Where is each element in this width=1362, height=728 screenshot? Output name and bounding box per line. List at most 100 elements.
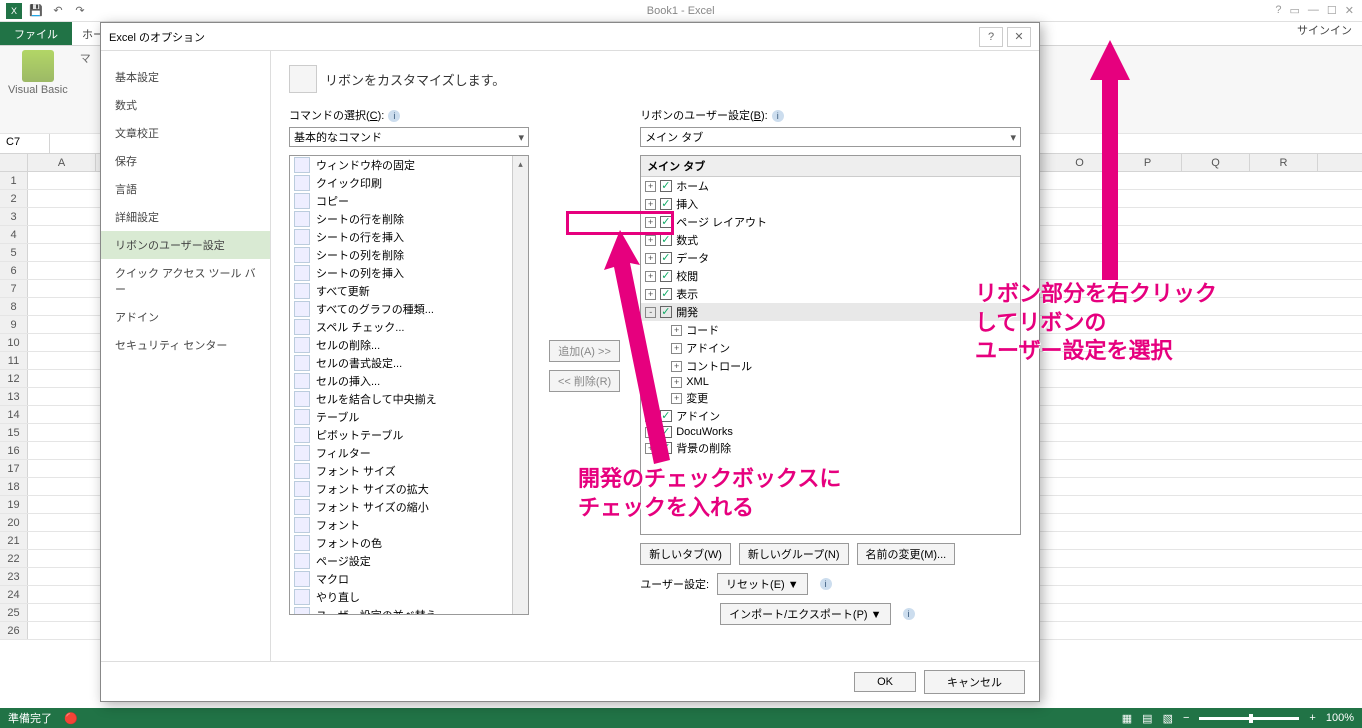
col-header[interactable]: R bbox=[1250, 154, 1318, 171]
tree-expander[interactable]: - bbox=[645, 307, 656, 318]
tree-checkbox[interactable] bbox=[660, 288, 672, 300]
redo-icon[interactable]: ↷ bbox=[72, 3, 88, 19]
nav-item[interactable]: リボンのユーザー設定 bbox=[101, 231, 270, 259]
tree-subitem[interactable]: +XML bbox=[641, 375, 1020, 389]
row-header[interactable]: 15 bbox=[0, 424, 28, 441]
row-header[interactable]: 22 bbox=[0, 550, 28, 567]
rename-button[interactable]: 名前の変更(M)... bbox=[857, 543, 956, 565]
tree-checkbox[interactable] bbox=[660, 306, 672, 318]
zoom-level[interactable]: 100% bbox=[1326, 712, 1354, 724]
command-item[interactable]: フォント bbox=[290, 516, 528, 534]
command-item[interactable]: コピー bbox=[290, 192, 528, 210]
tree-expander[interactable]: + bbox=[645, 253, 656, 264]
reset-button[interactable]: リセット(E) ▼ bbox=[717, 573, 808, 595]
row-header[interactable]: 16 bbox=[0, 442, 28, 459]
tree-subitem[interactable]: +アドイン bbox=[641, 339, 1020, 357]
command-item[interactable]: フィルター bbox=[290, 444, 528, 462]
command-item[interactable]: ピボットテーブル bbox=[290, 426, 528, 444]
row-header[interactable]: 10 bbox=[0, 334, 28, 351]
minimize-icon[interactable]: — bbox=[1308, 4, 1319, 17]
tree-expander[interactable]: + bbox=[645, 289, 656, 300]
nav-item[interactable]: 言語 bbox=[101, 175, 270, 203]
tree-expander[interactable]: + bbox=[671, 361, 682, 372]
tree-checkbox[interactable] bbox=[660, 198, 672, 210]
row-header[interactable]: 20 bbox=[0, 514, 28, 531]
choose-commands-combo[interactable]: 基本的なコマンド bbox=[289, 127, 529, 147]
command-item[interactable]: シートの列を削除 bbox=[290, 246, 528, 264]
command-item[interactable]: ウィンドウ枠の固定 bbox=[290, 156, 528, 174]
command-item[interactable]: やり直し bbox=[290, 588, 528, 606]
row-header[interactable]: 1 bbox=[0, 172, 28, 189]
help-icon[interactable]: ? bbox=[1275, 4, 1281, 17]
info-icon[interactable]: i bbox=[772, 110, 784, 122]
tree-expander[interactable]: + bbox=[645, 411, 656, 422]
row-header[interactable]: 21 bbox=[0, 532, 28, 549]
tree-subitem[interactable]: +コード bbox=[641, 321, 1020, 339]
tree-item[interactable]: +挿入 bbox=[641, 195, 1020, 213]
tree-expander[interactable]: + bbox=[645, 181, 656, 192]
row-header[interactable]: 4 bbox=[0, 226, 28, 243]
ok-button[interactable]: OK bbox=[854, 672, 916, 692]
nav-item[interactable]: セキュリティ センター bbox=[101, 331, 270, 359]
signin-link[interactable]: サインイン bbox=[1287, 22, 1362, 45]
tree-expander[interactable]: + bbox=[671, 393, 682, 404]
command-item[interactable]: セルを結合して中央揃え bbox=[290, 390, 528, 408]
command-item[interactable]: セルの書式設定... bbox=[290, 354, 528, 372]
row-header[interactable]: 2 bbox=[0, 190, 28, 207]
add-button[interactable]: 追加(A) >> bbox=[549, 340, 620, 362]
command-item[interactable]: シートの行を削除 bbox=[290, 210, 528, 228]
nav-item[interactable]: 保存 bbox=[101, 147, 270, 175]
tree-expander[interactable]: + bbox=[645, 271, 656, 282]
view-normal-icon[interactable]: ▦ bbox=[1122, 712, 1132, 725]
zoom-out-icon[interactable]: − bbox=[1183, 712, 1189, 724]
col-header[interactable]: O bbox=[1046, 154, 1114, 171]
save-icon[interactable]: 💾 bbox=[28, 3, 44, 19]
command-item[interactable]: シートの列を挿入 bbox=[290, 264, 528, 282]
info-icon[interactable]: i bbox=[388, 110, 400, 122]
col-header[interactable]: A bbox=[28, 154, 96, 171]
tree-expander[interactable]: + bbox=[671, 325, 682, 336]
row-header[interactable]: 8 bbox=[0, 298, 28, 315]
tree-item[interactable]: +数式 bbox=[641, 231, 1020, 249]
tree-checkbox[interactable] bbox=[660, 180, 672, 192]
nav-item[interactable]: 数式 bbox=[101, 91, 270, 119]
close-icon[interactable]: ✕ bbox=[1345, 4, 1354, 17]
tree-item[interactable]: +ページ レイアウト bbox=[641, 213, 1020, 231]
record-macro-icon[interactable]: 🔴 bbox=[64, 712, 78, 725]
row-header[interactable]: 3 bbox=[0, 208, 28, 225]
tree-subitem[interactable]: +コントロール bbox=[641, 357, 1020, 375]
select-all-corner[interactable] bbox=[0, 154, 28, 171]
command-item[interactable]: フォント サイズの拡大 bbox=[290, 480, 528, 498]
row-header[interactable]: 6 bbox=[0, 262, 28, 279]
command-item[interactable]: セルの削除... bbox=[290, 336, 528, 354]
command-item[interactable]: クイック印刷 bbox=[290, 174, 528, 192]
cancel-button[interactable]: キャンセル bbox=[924, 670, 1025, 694]
command-item[interactable]: すべてのグラフの種類... bbox=[290, 300, 528, 318]
commands-listbox[interactable]: ▴ ウィンドウ枠の固定クイック印刷コピーシートの行を削除シートの行を挿入シートの… bbox=[289, 155, 529, 615]
tree-checkbox[interactable] bbox=[660, 426, 672, 438]
dialog-help-button[interactable]: ? bbox=[979, 27, 1003, 47]
tree-checkbox[interactable] bbox=[660, 442, 672, 454]
row-header[interactable]: 5 bbox=[0, 244, 28, 261]
tree-item[interactable]: +ホーム bbox=[641, 177, 1020, 195]
view-pagebreak-icon[interactable]: ▧ bbox=[1163, 712, 1173, 725]
remove-button[interactable]: << 削除(R) bbox=[549, 370, 620, 392]
nav-item[interactable]: アドイン bbox=[101, 303, 270, 331]
tree-checkbox[interactable] bbox=[660, 252, 672, 264]
row-header[interactable]: 17 bbox=[0, 460, 28, 477]
customize-ribbon-combo[interactable]: メイン タブ bbox=[640, 127, 1021, 147]
row-header[interactable]: 26 bbox=[0, 622, 28, 639]
tree-item[interactable]: +校閲 bbox=[641, 267, 1020, 285]
tree-item[interactable]: +アドイン bbox=[641, 407, 1020, 425]
nav-item[interactable]: 基本設定 bbox=[101, 63, 270, 91]
import-export-button[interactable]: インポート/エクスポート(P) ▼ bbox=[720, 603, 890, 625]
maximize-icon[interactable]: ☐ bbox=[1327, 4, 1337, 17]
col-header[interactable]: P bbox=[1114, 154, 1182, 171]
tree-item[interactable]: +データ bbox=[641, 249, 1020, 267]
tree-expander[interactable]: + bbox=[671, 343, 682, 354]
row-header[interactable]: 11 bbox=[0, 352, 28, 369]
ribbon-toggle-icon[interactable]: ▭ bbox=[1290, 4, 1300, 17]
undo-icon[interactable]: ↶ bbox=[50, 3, 66, 19]
tree-checkbox[interactable] bbox=[660, 234, 672, 246]
row-header[interactable]: 7 bbox=[0, 280, 28, 297]
